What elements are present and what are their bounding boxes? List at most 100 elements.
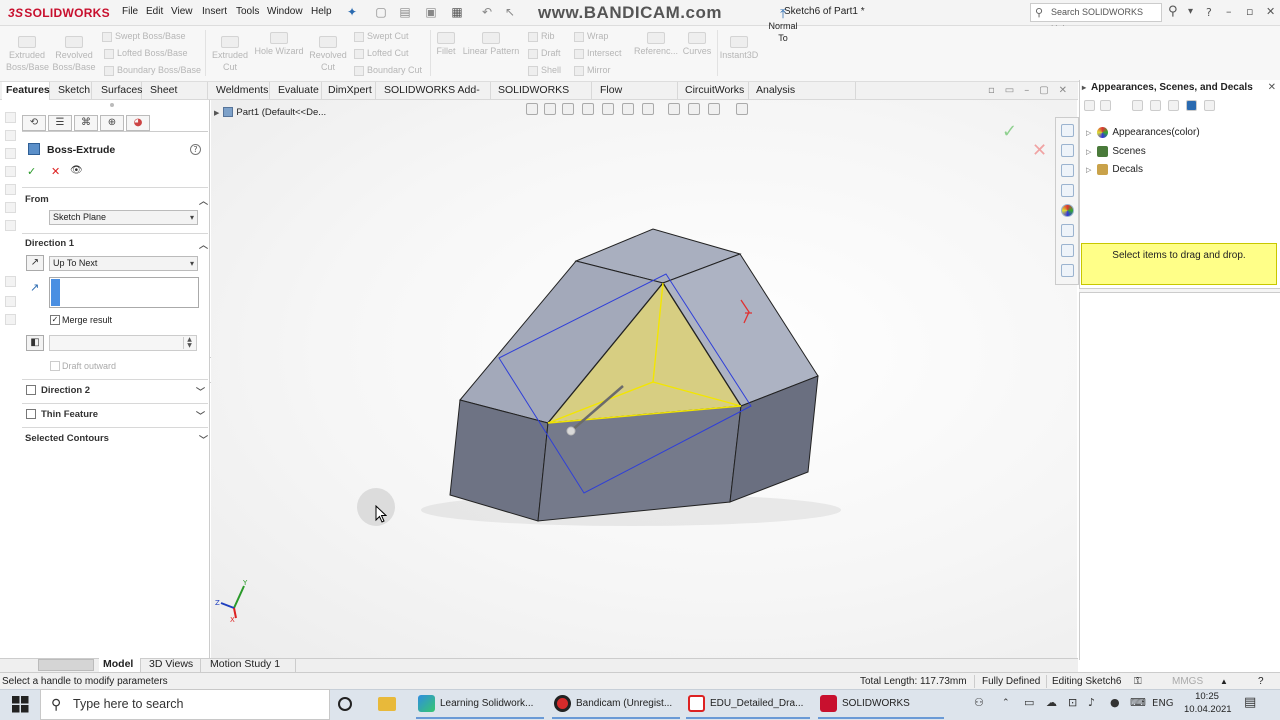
help-icon[interactable]: ? (190, 144, 201, 155)
from-select[interactable]: Sketch Plane ▾ (49, 210, 198, 225)
mirror-button[interactable]: Mirror (574, 65, 611, 76)
feature-manager-tab-icon[interactable]: ⟲ (22, 115, 46, 131)
boundary-boss-button[interactable]: Boundary Boss/Base (104, 65, 201, 76)
tree-item-icon[interactable] (5, 130, 16, 141)
draft-on-off-icon[interactable]: ◧ (26, 335, 44, 351)
windows-start-icon[interactable] (12, 696, 29, 713)
tree-item-appearances[interactable]: ▷ Appearances(color) (1086, 127, 1200, 138)
property-manager-tab-icon[interactable]: ☰ (48, 115, 72, 131)
chevron-up-icon[interactable]: ⌃ (1002, 698, 1010, 708)
pin-icon[interactable]: ▸ (1082, 83, 1086, 92)
from-section-header[interactable]: From ︿ (25, 194, 211, 206)
select-icon[interactable]: ↖ (503, 5, 517, 19)
communities-icon[interactable] (1061, 264, 1074, 277)
instant3d-button[interactable]: Instant3D (718, 36, 760, 61)
home-icon[interactable] (1061, 124, 1074, 137)
direction1-section-header[interactable]: Direction 1 ︿ (25, 238, 211, 250)
reference-geometry-button[interactable]: Referenc... (633, 32, 679, 57)
shell-button[interactable]: Shell (528, 65, 561, 76)
front-face[interactable] (537, 405, 742, 522)
menu-insert[interactable]: Insert (202, 6, 227, 17)
tab-sketch[interactable]: Sketch (54, 82, 92, 100)
tab-sheet-metal[interactable]: Sheet Metal (146, 82, 208, 112)
tab-3d-views[interactable]: 3D Views (145, 658, 201, 672)
notifications-icon[interactable]: ▤ (1244, 695, 1256, 710)
up-level-icon[interactable] (1204, 100, 1215, 111)
revolved-cut-button[interactable]: Revolved Cut (308, 36, 348, 73)
tab-dimxpert[interactable]: DimXpert (324, 82, 376, 100)
ok-check-icon[interactable]: ✓ (27, 165, 36, 178)
lofted-boss-button[interactable]: Lofted Boss/Base (104, 48, 188, 59)
thin-feature-checkbox[interactable] (26, 409, 36, 419)
cortana-icon[interactable] (338, 697, 352, 711)
add-file-icon[interactable] (1150, 100, 1161, 111)
spinner-icon[interactable]: ▲ ▼ (183, 337, 195, 349)
taskbar-app-solidworks[interactable]: SOLIDWORKS Prem... (818, 690, 944, 719)
back-icon[interactable] (1084, 100, 1095, 111)
swept-cut-button[interactable]: Swept Cut (354, 31, 409, 42)
volume-icon[interactable]: ♪ (1088, 696, 1095, 709)
rib-button[interactable]: Rib (528, 31, 555, 42)
dimxpert-manager-tab-icon[interactable]: ⊕ (100, 115, 124, 131)
tree-item-icon[interactable] (5, 112, 16, 123)
tab-scroll-arrows[interactable] (38, 659, 94, 671)
close-icon[interactable]: ✕ (1268, 82, 1276, 93)
tab-solidworks-mbd[interactable]: SOLIDWORKS MBD (494, 82, 592, 112)
help-search-input[interactable]: ⚲Search SOLIDWORKS Help (1030, 3, 1162, 34)
tree-item-icon[interactable] (5, 276, 16, 287)
tab-analysis-preparation[interactable]: Analysis Preparation (752, 82, 856, 112)
help-icon[interactable]: ? (1258, 676, 1264, 687)
appearances-icon[interactable] (1061, 204, 1074, 217)
wrap-button[interactable]: Wrap (574, 31, 608, 42)
curves-button[interactable]: Curves (681, 32, 713, 57)
solidworks-logo[interactable]: 3SSOLIDWORKS (8, 6, 110, 20)
swept-boss-button[interactable]: Swept Boss/Base (102, 31, 186, 42)
extruded-cut-button[interactable]: Extruded Cut (209, 36, 251, 73)
tab-weldments[interactable]: Weldments (212, 82, 270, 100)
minimize-icon[interactable]: – (1226, 5, 1232, 18)
tree-item-icon[interactable] (5, 202, 16, 213)
language-indicator[interactable]: ENG (1152, 698, 1174, 709)
thin-feature-section-header[interactable]: Thin Feature ﹀ (41, 409, 208, 421)
print-icon[interactable]: ▦ (450, 5, 464, 19)
keyboard-icon[interactable]: ⌨ (1130, 696, 1146, 709)
taskbar-app-pdf[interactable]: EDU_Detailed_Dra... (686, 690, 810, 719)
viewport-window-controls[interactable]: ▫▭–▢✕ (988, 85, 1077, 96)
rebuild-icon[interactable]: ⚿ (1134, 676, 1142, 687)
direction2-section-header[interactable]: Direction 2 ﹀ (41, 385, 208, 397)
configuration-manager-tab-icon[interactable]: ⌘ (74, 115, 98, 131)
custom-properties-icon[interactable] (1061, 224, 1074, 237)
tab-features[interactable]: Features (2, 82, 50, 100)
tab-model[interactable]: Model (99, 658, 141, 672)
solidworks-forum-icon[interactable] (1061, 244, 1074, 257)
menu-view[interactable]: View (171, 6, 193, 17)
taskbar-search-input[interactable]: ⚲ Type here to search (40, 689, 330, 720)
menu-window[interactable]: Window (267, 6, 303, 17)
tab-surfaces[interactable]: Surfaces (97, 82, 142, 100)
draft-angle-input[interactable]: ▲ ▼ (49, 335, 197, 351)
undo-icon[interactable]: ↶ (480, 5, 494, 19)
chevron-up-icon[interactable]: ▲ (1220, 677, 1228, 686)
menu-edit[interactable]: Edit (146, 6, 163, 17)
home-icon[interactable] (1132, 100, 1143, 111)
file-explorer-icon[interactable] (1061, 184, 1074, 197)
tree-item-scenes[interactable]: ▷ Scenes (1086, 146, 1146, 157)
battery-icon[interactable]: ▭ (1024, 696, 1034, 709)
direction2-checkbox[interactable] (26, 385, 36, 395)
tree-item-icon[interactable] (5, 220, 16, 231)
tab-evaluate[interactable]: Evaluate (274, 82, 322, 100)
preview-eye-icon[interactable]: 👁 (70, 165, 83, 176)
network-icon[interactable]: ⊡ (1068, 696, 1077, 709)
panel-grip[interactable] (110, 103, 114, 107)
menu-tools[interactable]: Tools (236, 6, 259, 17)
people-icon[interactable]: ⚇ (974, 696, 984, 709)
tab-motion-study-1[interactable]: Motion Study 1 (206, 658, 296, 672)
pin-icon[interactable]: ✦ (345, 5, 359, 19)
linear-pattern-button[interactable]: Linear Pattern (461, 32, 521, 57)
search-commands-icon[interactable]: ⚲ (1168, 4, 1178, 19)
cancel-x-icon[interactable]: ✕ (51, 165, 60, 178)
tab-flow-simulation[interactable]: Flow Simulation (596, 82, 678, 112)
tab-solidworks-add-ins[interactable]: SOLIDWORKS Add-Ins (380, 82, 491, 112)
tree-item-icon[interactable] (5, 166, 16, 177)
direction-selection-box[interactable] (49, 277, 199, 308)
